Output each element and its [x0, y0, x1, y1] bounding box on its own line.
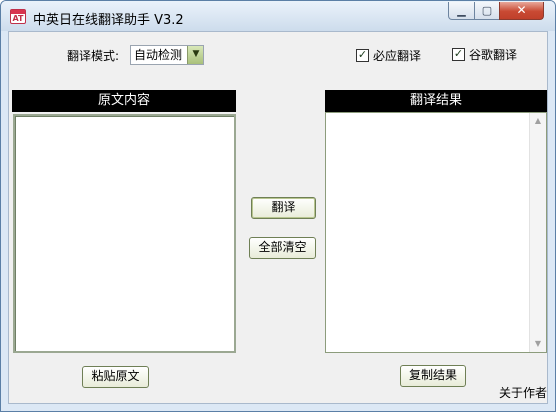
translate-button[interactable]: 翻译 — [251, 197, 316, 219]
bing-label[interactable]: 必应翻译 — [373, 49, 421, 63]
mode-label: 翻译模式: — [67, 49, 120, 63]
minimize-icon: ▁ — [457, 4, 466, 17]
result-text-output[interactable]: ▲ ▼ — [325, 112, 547, 353]
chevron-down-icon: ▼ — [192, 49, 200, 59]
checkmark-icon: ✓ — [357, 48, 368, 61]
google-checkbox[interactable]: ✓ — [452, 47, 465, 61]
app-icon: AT — [10, 9, 26, 24]
source-text-input[interactable] — [13, 114, 236, 353]
google-label[interactable]: 谷歌翻译 — [469, 48, 517, 62]
close-button[interactable]: ✕ — [499, 2, 544, 20]
app-window: AT 中英日在线翻译助手 V3.2 ▁ ▢ ✕ 翻译模式: 自动检测 ▼ ✓ 必… — [0, 0, 556, 412]
result-scrollbar[interactable]: ▲ ▼ — [529, 113, 546, 352]
paste-source-button[interactable]: 粘贴原文 — [82, 366, 149, 388]
copy-result-button[interactable]: 复制结果 — [400, 365, 466, 387]
source-panel-header: 原文内容 — [12, 90, 236, 112]
clear-all-button[interactable]: 全部清空 — [249, 237, 316, 259]
minimize-button[interactable]: ▁ — [448, 2, 475, 20]
close-icon: ✕ — [516, 3, 527, 17]
client-area: 翻译模式: 自动检测 ▼ ✓ 必应翻译 ✓ 谷歌翻译 原文内容 翻译结果 ▲ ▼ — [8, 31, 548, 404]
mode-dropdown-button[interactable]: ▼ — [187, 46, 203, 64]
window-title: 中英日在线翻译助手 V3.2 — [33, 13, 184, 28]
bing-checkbox[interactable]: ✓ — [356, 48, 369, 62]
mode-select[interactable]: 自动检测 ▼ — [130, 45, 204, 65]
about-author-link[interactable]: 关于作者 — [499, 386, 547, 400]
scroll-down-icon[interactable]: ▼ — [530, 336, 546, 352]
checkmark-icon: ✓ — [453, 47, 464, 60]
mode-select-value: 自动检测 — [134, 48, 183, 62]
result-panel-header: 翻译结果 — [325, 90, 547, 112]
scroll-up-icon[interactable]: ▲ — [530, 113, 546, 129]
maximize-icon: ▢ — [481, 4, 493, 17]
title-bar[interactable]: AT 中英日在线翻译助手 V3.2 ▁ ▢ ✕ — [1, 1, 555, 31]
maximize-button[interactable]: ▢ — [474, 2, 500, 20]
